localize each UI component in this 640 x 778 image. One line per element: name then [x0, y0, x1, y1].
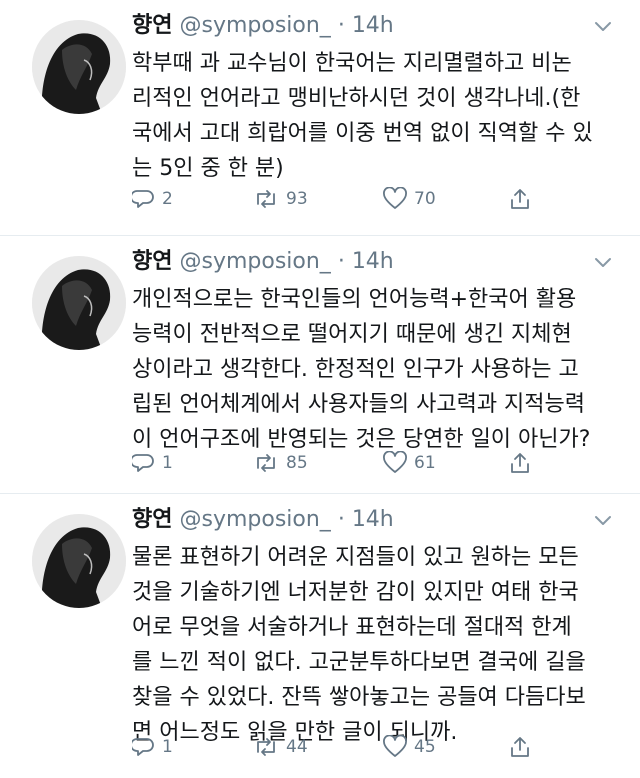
share-icon — [508, 451, 532, 475]
reply-count: 1 — [162, 737, 173, 757]
reply-button[interactable]: 1 — [132, 732, 173, 762]
retweet-button[interactable]: 93 — [252, 184, 308, 214]
avatar[interactable] — [32, 514, 126, 608]
retweet-count: 85 — [286, 453, 308, 473]
like-button[interactable]: 70 — [382, 184, 436, 214]
like-count: 61 — [414, 453, 436, 473]
author-handle[interactable]: @symposion_ — [179, 507, 330, 532]
retweet-icon — [252, 735, 280, 759]
reply-button[interactable]: 2 — [132, 184, 173, 214]
separator-dot: · — [337, 507, 345, 532]
reply-icon — [132, 187, 156, 211]
timestamp[interactable]: 14h — [352, 249, 394, 274]
tweet-actions: 1 44 45 — [132, 732, 552, 762]
share-button[interactable] — [508, 184, 532, 214]
author-handle[interactable]: @symposion_ — [179, 13, 330, 38]
tweet[interactable]: 향연 @symposion_ · 14h 개인적으로는 한국인들의 언어능력+한… — [0, 236, 640, 494]
like-button[interactable]: 45 — [382, 732, 436, 762]
share-button[interactable] — [508, 732, 532, 762]
tweet-text: 개인적으로는 한국인들의 언어능력+한국어 활용 능력이 전반적으로 떨어지기 … — [132, 287, 591, 452]
timestamp[interactable]: 14h — [352, 507, 394, 532]
heart-icon — [382, 187, 408, 211]
reply-count: 1 — [162, 453, 173, 473]
heart-icon — [382, 735, 408, 759]
tweet-header: 향연 @symposion_ · 14h — [132, 10, 394, 42]
share-button[interactable] — [508, 448, 532, 478]
avatar[interactable] — [32, 20, 126, 114]
tweet-header: 향연 @symposion_ · 14h — [132, 246, 394, 278]
retweet-button[interactable]: 85 — [252, 448, 308, 478]
retweet-button[interactable]: 44 — [252, 732, 308, 762]
like-button[interactable]: 61 — [382, 448, 436, 478]
chevron-down-icon[interactable] — [594, 20, 612, 34]
retweet-count: 44 — [286, 737, 308, 757]
timestamp[interactable]: 14h — [352, 13, 394, 38]
share-icon — [508, 735, 532, 759]
retweet-icon — [252, 187, 280, 211]
author-name[interactable]: 향연 — [132, 507, 172, 532]
reply-button[interactable]: 1 — [132, 448, 173, 478]
chevron-down-icon[interactable] — [594, 256, 612, 270]
tweet-actions: 2 93 70 — [132, 184, 552, 214]
share-icon — [508, 187, 532, 211]
heart-icon — [382, 451, 408, 475]
author-name[interactable]: 향연 — [132, 13, 172, 38]
reply-count: 2 — [162, 189, 173, 209]
tweet[interactable]: 향연 @symposion_ · 14h 학부때 과 교수님이 한국어는 지리멸… — [0, 0, 640, 236]
retweet-icon — [252, 451, 280, 475]
author-name[interactable]: 향연 — [132, 249, 172, 274]
like-count: 70 — [414, 189, 436, 209]
reply-icon — [132, 451, 156, 475]
separator-dot: · — [337, 13, 345, 38]
chevron-down-icon[interactable] — [594, 514, 612, 528]
retweet-count: 93 — [286, 189, 308, 209]
tweet-text: 물론 표현하기 어려운 지점들이 있고 원하는 모든 것을 기술하기엔 너저분한… — [132, 545, 586, 745]
avatar[interactable] — [32, 256, 126, 350]
author-handle[interactable]: @symposion_ — [179, 249, 330, 274]
reply-icon — [132, 735, 156, 759]
tweet-text: 학부때 과 교수님이 한국어는 지리멸렬하고 비논 리적인 언어라고 맹비난하시… — [132, 51, 593, 181]
tweet-header: 향연 @symposion_ · 14h — [132, 504, 394, 536]
separator-dot: · — [337, 249, 345, 274]
tweet-feed: 향연 @symposion_ · 14h 학부때 과 교수님이 한국어는 지리멸… — [0, 0, 640, 778]
tweet-actions: 1 85 61 — [132, 448, 552, 478]
tweet[interactable]: 향연 @symposion_ · 14h 물론 표현하기 어려운 지점들이 있고… — [0, 494, 640, 778]
like-count: 45 — [414, 737, 436, 757]
